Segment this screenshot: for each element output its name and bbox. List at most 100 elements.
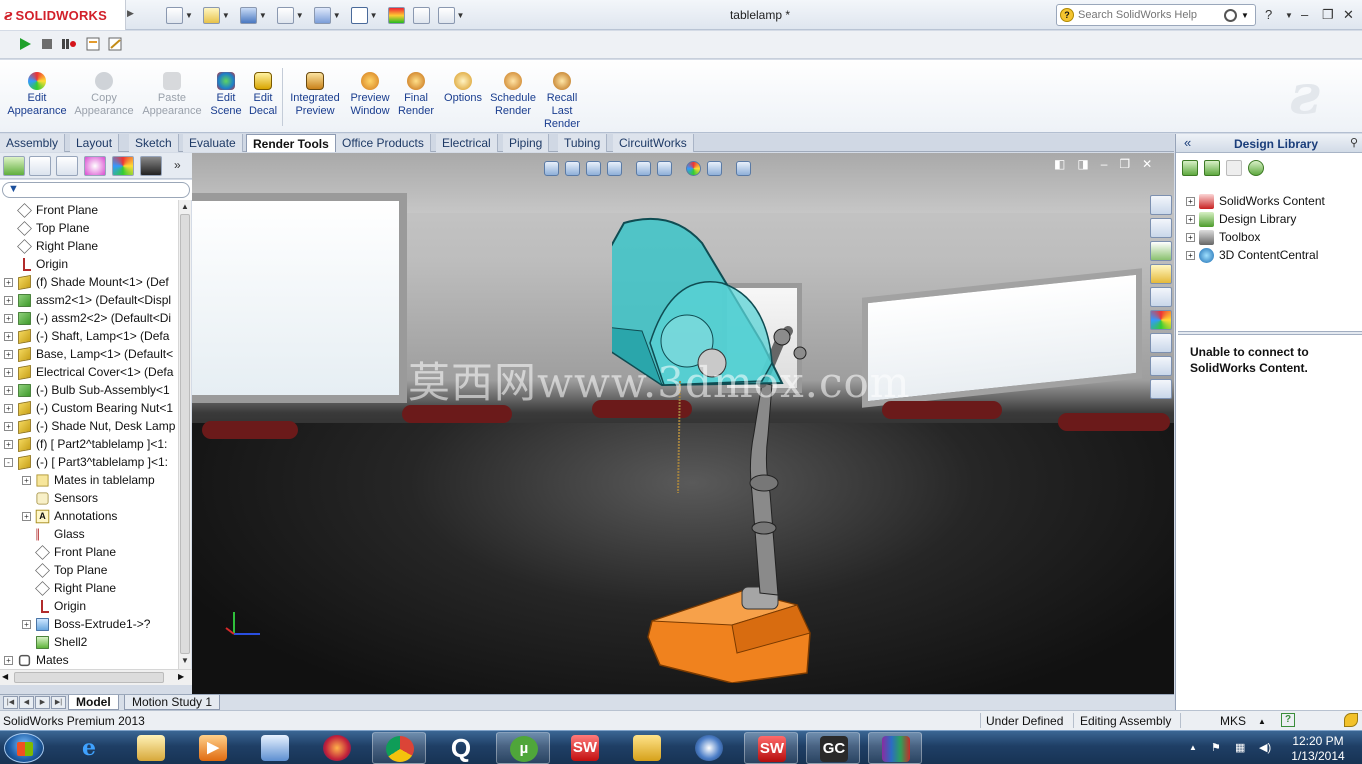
expand-node-icon[interactable]: + xyxy=(4,439,13,449)
table-lamp-model[interactable] xyxy=(612,213,872,683)
start-button[interactable] xyxy=(4,733,44,763)
scroll-up-icon[interactable]: ▲ xyxy=(181,202,189,211)
zoom-to-fit-icon[interactable] xyxy=(544,161,559,176)
close-window-icon[interactable]: ✕ xyxy=(1343,7,1354,23)
stop-macro-icon[interactable] xyxy=(40,37,54,51)
expand-node-icon[interactable]: + xyxy=(4,655,13,665)
select-pointer-icon[interactable] xyxy=(350,6,368,24)
edit-macro-icon[interactable] xyxy=(108,37,122,51)
chevron-down-icon[interactable]: ▼ xyxy=(1241,11,1249,20)
expand-node-icon[interactable]: + xyxy=(22,511,31,521)
recall-last-render-button[interactable]: Recall Last Render xyxy=(540,72,584,131)
tree-item[interactable]: Shell2 xyxy=(22,633,87,651)
library-item[interactable]: + SolidWorks Content xyxy=(1186,192,1325,210)
chevron-down-icon[interactable]: ▼ xyxy=(333,11,341,20)
first-tab-icon[interactable]: |◀ xyxy=(3,696,18,709)
expand-icon[interactable]: + xyxy=(1186,214,1195,224)
expand-icon[interactable]: + xyxy=(1186,232,1195,242)
tree-item[interactable]: Right Plane xyxy=(22,579,116,597)
undo-icon[interactable] xyxy=(313,6,331,24)
tree-item[interactable]: Top Plane xyxy=(4,219,89,237)
scrollbar-thumb[interactable] xyxy=(180,214,190,654)
menu-expand-arrow-icon[interactable]: ▶ xyxy=(127,8,134,22)
tab-render-tools[interactable]: Render Tools xyxy=(246,134,336,152)
expand-node-icon[interactable]: + xyxy=(4,421,13,431)
volume-icon[interactable]: ◀) xyxy=(1259,741,1273,755)
restore-window-icon[interactable]: ❐ xyxy=(1322,7,1334,23)
featuremanager-tree-icon[interactable] xyxy=(3,156,25,176)
configurationmanager-icon[interactable] xyxy=(56,156,78,176)
tree-item[interactable]: + (f) [ Part2^tablelamp ]<1: xyxy=(4,435,167,453)
internet-explorer-taskbar-button[interactable]: e xyxy=(62,732,116,764)
expand-node-icon[interactable]: + xyxy=(22,619,31,629)
chevron-down-icon[interactable]: ▼ xyxy=(1285,11,1293,20)
add-file-location-icon[interactable] xyxy=(1204,160,1220,176)
tree-item[interactable]: Front Plane xyxy=(4,201,98,219)
tree-item[interactable]: Glass xyxy=(22,525,85,543)
previous-view-icon[interactable] xyxy=(586,161,601,176)
section-view-icon[interactable] xyxy=(607,161,622,176)
expand-node-icon[interactable]: + xyxy=(4,403,13,413)
pane-splitter[interactable] xyxy=(1178,331,1362,335)
display-style-icon[interactable] xyxy=(657,161,672,176)
file-explorer-tab-icon[interactable] xyxy=(1150,264,1172,284)
custom-properties-icon[interactable] xyxy=(1150,333,1172,353)
tab-motion-study[interactable]: Motion Study 1 xyxy=(124,695,221,710)
tree-item[interactable]: + Electrical Cover<1> (Defa xyxy=(4,363,173,381)
help-menu-icon[interactable]: ? xyxy=(1265,7,1272,22)
quicktime-taskbar-button[interactable]: Q xyxy=(434,732,488,764)
view-settings-icon[interactable] xyxy=(736,161,751,176)
file-explorer-taskbar-button[interactable] xyxy=(124,732,178,764)
paste-appearance-button[interactable]: Paste Appearance xyxy=(140,72,204,118)
prev-tab-icon[interactable]: ◀ xyxy=(19,696,34,709)
tree-item[interactable]: Right Plane xyxy=(4,237,98,255)
utorrent-taskbar-button[interactable]: µ xyxy=(496,732,550,764)
tree-item[interactable]: + Base, Lamp<1> (Default< xyxy=(4,345,173,363)
print-icon[interactable] xyxy=(276,6,294,24)
tree-horizontal-scrollbar[interactable]: ◀ ▶ xyxy=(0,669,192,685)
solidworks-logo[interactable]: ƨ SOLIDWORKS xyxy=(0,0,126,30)
chrome-taskbar-button[interactable] xyxy=(372,732,426,764)
tab-tubing[interactable]: Tubing xyxy=(558,134,608,152)
tree-item[interactable]: + Boss-Extrude1->? xyxy=(22,615,150,633)
view-orientation-icon[interactable] xyxy=(636,161,651,176)
edit-appearance-icon[interactable] xyxy=(686,161,701,176)
tree-item[interactable]: + Mates xyxy=(4,651,69,669)
expand-node-icon[interactable]: + xyxy=(4,349,13,359)
file-properties-icon[interactable] xyxy=(412,6,430,24)
options-button[interactable]: Options xyxy=(440,72,486,105)
forum-tab-icon[interactable] xyxy=(1150,379,1172,399)
record-macro-icon[interactable] xyxy=(62,37,76,51)
final-render-button[interactable]: Final Render xyxy=(396,72,436,118)
tab-piping[interactable]: Piping xyxy=(503,134,550,152)
add-to-library-icon[interactable] xyxy=(1182,160,1198,176)
design-library-tab-icon[interactable] xyxy=(1150,241,1172,261)
notepad-taskbar-button[interactable] xyxy=(248,732,302,764)
appearances-scenes-icon[interactable] xyxy=(1150,310,1172,330)
tab-circuitworks[interactable]: CircuitWorks xyxy=(613,134,694,152)
close-icon[interactable]: ✕ xyxy=(1142,157,1152,171)
minimize-window-icon[interactable]: – xyxy=(1301,7,1308,22)
tree-vertical-scrollbar[interactable]: ▲ ▼ xyxy=(178,200,191,669)
chevron-down-icon[interactable]: ▼ xyxy=(370,11,378,20)
solidworks-taskbar-button[interactable]: SW xyxy=(744,732,798,764)
units-menu-arrow-icon[interactable]: ▲ xyxy=(1258,717,1266,726)
pane-right-icon[interactable]: ◨ xyxy=(1077,157,1088,171)
dimxpertmanager-icon[interactable] xyxy=(84,156,106,176)
integrated-preview-button[interactable]: Integrated Preview xyxy=(286,72,344,118)
search-tab-icon[interactable] xyxy=(1150,287,1172,307)
chevron-down-icon[interactable]: ▼ xyxy=(457,11,465,20)
tab-model[interactable]: Model xyxy=(68,695,119,710)
tree-item[interactable]: Origin xyxy=(4,255,68,273)
expand-node-icon[interactable]: + xyxy=(22,475,31,485)
chevron-down-icon[interactable]: ▼ xyxy=(222,11,230,20)
tab-evaluate[interactable]: Evaluate xyxy=(183,134,243,152)
collapse-node-icon[interactable]: - xyxy=(4,457,13,467)
unit-system[interactable]: MKS xyxy=(1220,714,1246,728)
schedule-render-button[interactable]: Schedule Render xyxy=(488,72,538,118)
search-input[interactable] xyxy=(1078,9,1218,21)
winrar-taskbar-button[interactable] xyxy=(868,732,922,764)
scrollbar-thumb[interactable] xyxy=(14,672,164,683)
tree-item[interactable]: Front Plane xyxy=(22,543,116,561)
run-macro-icon[interactable] xyxy=(18,37,32,51)
